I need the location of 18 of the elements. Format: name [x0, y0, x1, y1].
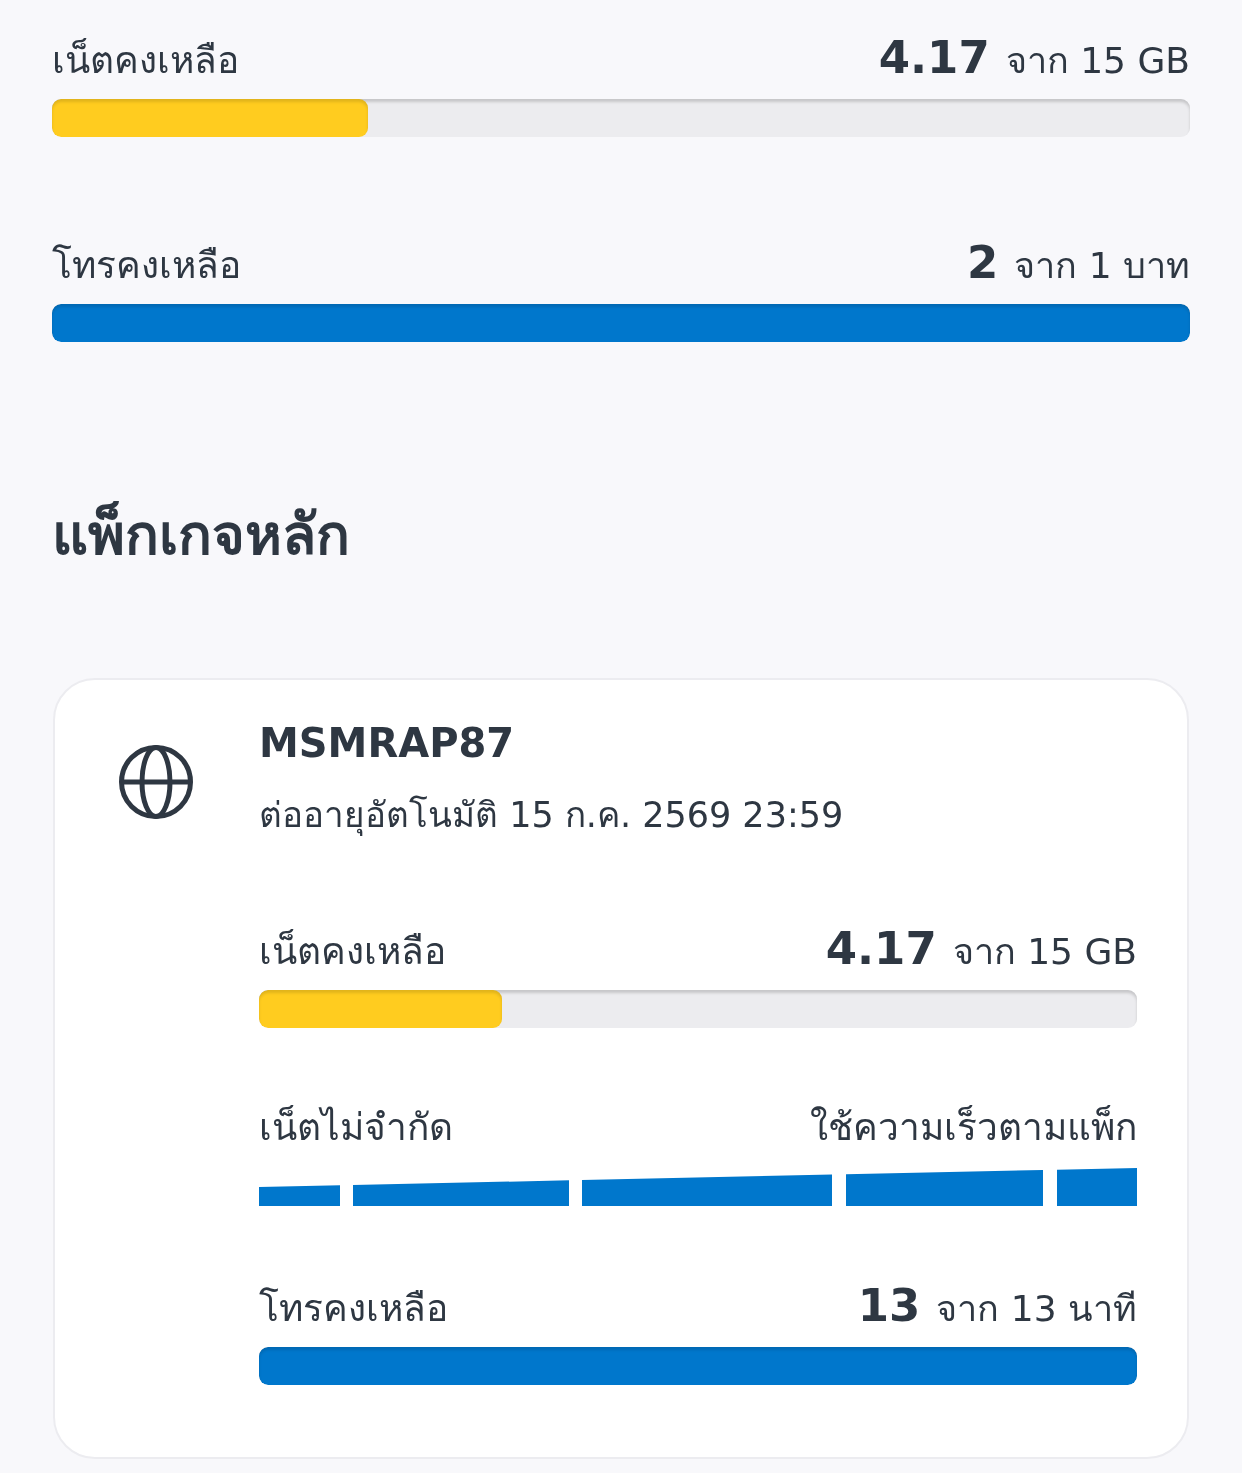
section-heading: แพ็กเกจหลัก: [52, 500, 351, 569]
remaining-value: 4.17: [878, 30, 990, 86]
speed-note: ใช้ความเร็วตามแพ็ก: [810, 1104, 1137, 1151]
meter-label: เน็ตคงเหลือ: [52, 37, 239, 84]
total-amount: จาก 13 นาที: [936, 1287, 1137, 1331]
remaining-value: 13: [857, 1278, 921, 1334]
total-amount: จาก 15 GB: [952, 930, 1137, 974]
package-name: MSMRAP87: [259, 719, 516, 768]
renewal-date: ต่ออายุอัตโนมัติ 15 ก.ค. 2569 23:59: [259, 794, 845, 838]
total-amount: จาก 15 GB: [1005, 39, 1190, 83]
globe-icon: [118, 744, 194, 820]
meter-label: เน็ตคงเหลือ: [259, 928, 446, 975]
total-amount: จาก 1 บาท: [1014, 244, 1190, 288]
meter-label: โทรคงเหลือ: [52, 243, 241, 289]
remaining-value: 2: [966, 235, 999, 291]
unlimited-label: เน็ตไม่จำกัด: [259, 1104, 453, 1151]
remaining-value: 4.17: [825, 921, 937, 977]
meter-label: โทรคงเหลือ: [259, 1286, 448, 1332]
